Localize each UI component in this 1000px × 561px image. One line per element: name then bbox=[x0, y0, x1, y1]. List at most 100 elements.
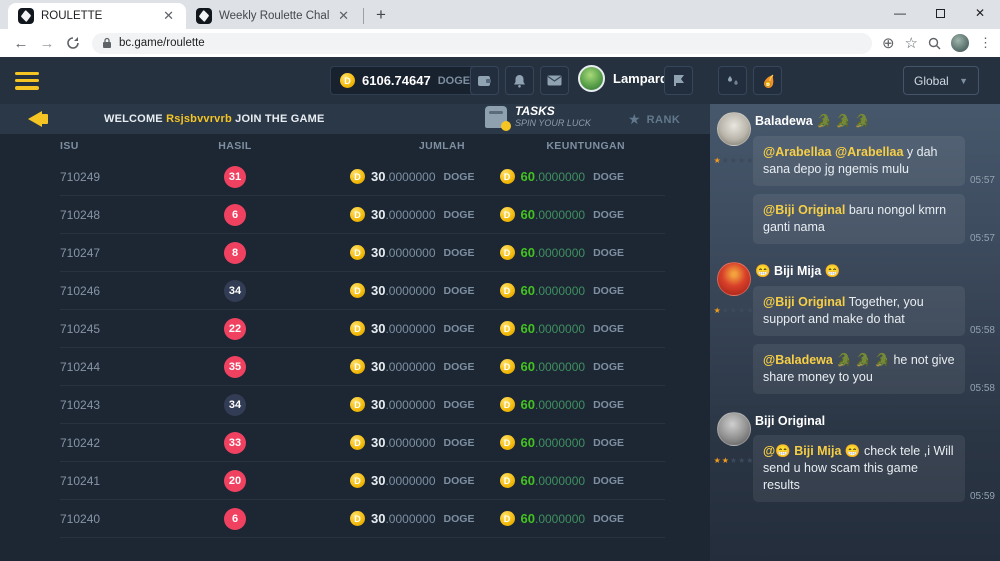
table-row: 710242 33 D30.0000000 DOGE D60.0000000 D… bbox=[60, 424, 665, 462]
profit-currency: DOGE bbox=[593, 323, 635, 335]
forward-icon[interactable]: → bbox=[34, 35, 60, 52]
bet-currency: DOGE bbox=[444, 513, 486, 525]
close-button[interactable]: ✕ bbox=[960, 0, 1000, 26]
doge-coin-icon: D bbox=[350, 397, 365, 412]
hamburger-menu-icon[interactable] bbox=[15, 72, 39, 90]
chat-message: @Biji Original baru nongol kmrn ganti na… bbox=[753, 194, 995, 244]
coin-drop-button[interactable]: D bbox=[753, 66, 782, 95]
bookmark-star-icon[interactable]: ☆ bbox=[905, 34, 918, 52]
profit-amount: D60.0000000 bbox=[500, 169, 586, 184]
browser-navbar: ← → bc.game/roulette ⊕ ☆ ⋮ bbox=[0, 29, 1000, 57]
install-icon[interactable]: ⊕ bbox=[882, 34, 895, 52]
mention[interactable]: @Arabellaa @Arabellaa bbox=[763, 145, 903, 159]
doge-coin-icon: D bbox=[350, 435, 365, 450]
result-number: 35 bbox=[224, 356, 246, 378]
doge-coin-icon: D bbox=[500, 511, 515, 526]
tab-weekly-challenge[interactable]: Weekly Roulette Challenge - Win ✕ bbox=[186, 3, 361, 29]
tab-close-icon[interactable]: ✕ bbox=[161, 8, 176, 24]
rank-shortcut[interactable]: ★ RANK bbox=[628, 111, 680, 128]
new-tab-button[interactable]: + bbox=[368, 5, 394, 25]
avatar[interactable] bbox=[717, 112, 751, 146]
table-row: 710246 34 D30.0000000 DOGE D60.0000000 D… bbox=[60, 272, 665, 310]
chat-group: ★★★★★ 😁 Biji Mija 😁 @Biji Original Toget… bbox=[715, 262, 995, 402]
tab-roulette[interactable]: ROULETTE ✕ bbox=[8, 3, 186, 29]
doge-coin-icon: D bbox=[350, 245, 365, 260]
table-row: 710248 6 D30.0000000 DOGE D60.0000000 DO… bbox=[60, 196, 665, 234]
messages-button[interactable] bbox=[540, 66, 569, 95]
message-time: 05:59 bbox=[970, 491, 995, 502]
address-bar[interactable]: bc.game/roulette bbox=[92, 33, 872, 54]
welcome-message: WELCOME Rsjsbvvrvrb JOIN THE GAME bbox=[104, 113, 325, 125]
window-controls: — ✕ bbox=[880, 0, 1000, 26]
bcgame-favicon bbox=[196, 8, 212, 24]
round-id: 710245 bbox=[60, 322, 170, 336]
chat-username[interactable]: 😁 Biji Mija 😁 bbox=[755, 264, 995, 279]
search-icon[interactable] bbox=[928, 37, 941, 50]
chat-username[interactable]: Biji Original bbox=[755, 414, 995, 428]
site-header: D 6106.74647 DOGE ▼ Lampard ▼ D G bbox=[0, 57, 1000, 104]
browser-menu-icon[interactable]: ⋮ bbox=[979, 35, 992, 51]
result-number: 31 bbox=[224, 166, 246, 188]
bet-amount: D30.0000000 bbox=[350, 435, 436, 450]
doge-coin-icon: D bbox=[500, 245, 515, 260]
profit-amount: D60.0000000 bbox=[500, 207, 586, 222]
minimize-button[interactable]: — bbox=[880, 0, 920, 26]
round-id: 710248 bbox=[60, 208, 170, 222]
avatar[interactable] bbox=[717, 412, 751, 446]
mention[interactable]: @😁 Biji Mija 😁 bbox=[763, 444, 861, 458]
mention[interactable]: @Biji Original bbox=[763, 203, 845, 217]
notifications-button[interactable] bbox=[505, 66, 534, 95]
user-avatar[interactable] bbox=[578, 65, 605, 92]
bet-amount: D30.0000000 bbox=[350, 473, 436, 488]
doge-coin-icon: D bbox=[350, 169, 365, 184]
avatar[interactable] bbox=[717, 262, 751, 296]
doge-coin-icon: D bbox=[500, 435, 515, 450]
table-row: 710245 22 D30.0000000 DOGE D60.0000000 D… bbox=[60, 310, 665, 348]
chat-toggle-button[interactable] bbox=[664, 66, 693, 95]
chat-group: ★★★★★ Baladewa 🐊 🐊 🐊 @Arabellaa @Arabell… bbox=[715, 112, 995, 252]
browser-profile-avatar[interactable] bbox=[951, 34, 969, 52]
bet-amount: D30.0000000 bbox=[350, 511, 436, 526]
wallet-button[interactable] bbox=[470, 66, 499, 95]
bet-currency: DOGE bbox=[444, 323, 486, 335]
flag-icon bbox=[672, 74, 686, 87]
balance-currency: DOGE bbox=[438, 75, 470, 87]
doge-coin-icon: D bbox=[350, 321, 365, 336]
doge-coin-icon: D bbox=[500, 207, 515, 222]
lock-icon bbox=[102, 37, 112, 49]
profit-currency: DOGE bbox=[593, 209, 635, 221]
wallet-icon bbox=[477, 74, 492, 87]
result-number: 34 bbox=[224, 394, 246, 416]
tab-separator bbox=[363, 8, 364, 24]
chat-channel-select[interactable]: Global ▼ bbox=[903, 66, 979, 95]
doge-coin-icon: D bbox=[500, 321, 515, 336]
table-row: 710249 31 D30.0000000 DOGE D60.0000000 D… bbox=[60, 158, 665, 196]
profit-currency: DOGE bbox=[593, 285, 635, 297]
column-header-jumlah: JUMLAH bbox=[350, 140, 465, 152]
tab-close-icon[interactable]: ✕ bbox=[336, 8, 351, 24]
chat-username[interactable]: Baladewa 🐊 🐊 🐊 bbox=[755, 114, 995, 129]
bet-amount: D30.0000000 bbox=[350, 245, 436, 260]
tasks-shortcut[interactable]: TASKS SPIN YOUR LUCK bbox=[485, 105, 591, 128]
bet-currency: DOGE bbox=[444, 475, 486, 487]
doge-coin-icon: D bbox=[350, 473, 365, 488]
url-text: bc.game/roulette bbox=[119, 37, 205, 49]
chat-message-list[interactable]: ★★★★★ Baladewa 🐊 🐊 🐊 @Arabellaa @Arabell… bbox=[710, 104, 1000, 511]
coin-rain-button[interactable] bbox=[718, 66, 747, 95]
mention[interactable]: @Baladewa 🐊 🐊 🐊 bbox=[763, 353, 890, 367]
maximize-button[interactable] bbox=[920, 0, 960, 26]
chat-channel-label: Global bbox=[914, 74, 949, 88]
chat-message: @Biji Original Together, you support and… bbox=[753, 286, 995, 336]
welcome-username: Rsjsbvvrvrb bbox=[166, 113, 232, 125]
megaphone-icon bbox=[28, 111, 42, 127]
balance-amount: 6106.74647 bbox=[362, 73, 431, 88]
result-number: 6 bbox=[224, 204, 246, 226]
doge-coin-icon: D bbox=[500, 283, 515, 298]
back-icon[interactable]: ← bbox=[8, 35, 34, 52]
mention[interactable]: @Biji Original bbox=[763, 295, 845, 309]
reload-icon[interactable] bbox=[60, 36, 86, 50]
round-id: 710244 bbox=[60, 360, 170, 374]
result-number: 34 bbox=[224, 280, 246, 302]
doge-coin-icon: D bbox=[350, 359, 365, 374]
table-header-row: ISU HASIL JUMLAH KEUNTUNGAN bbox=[60, 134, 665, 158]
